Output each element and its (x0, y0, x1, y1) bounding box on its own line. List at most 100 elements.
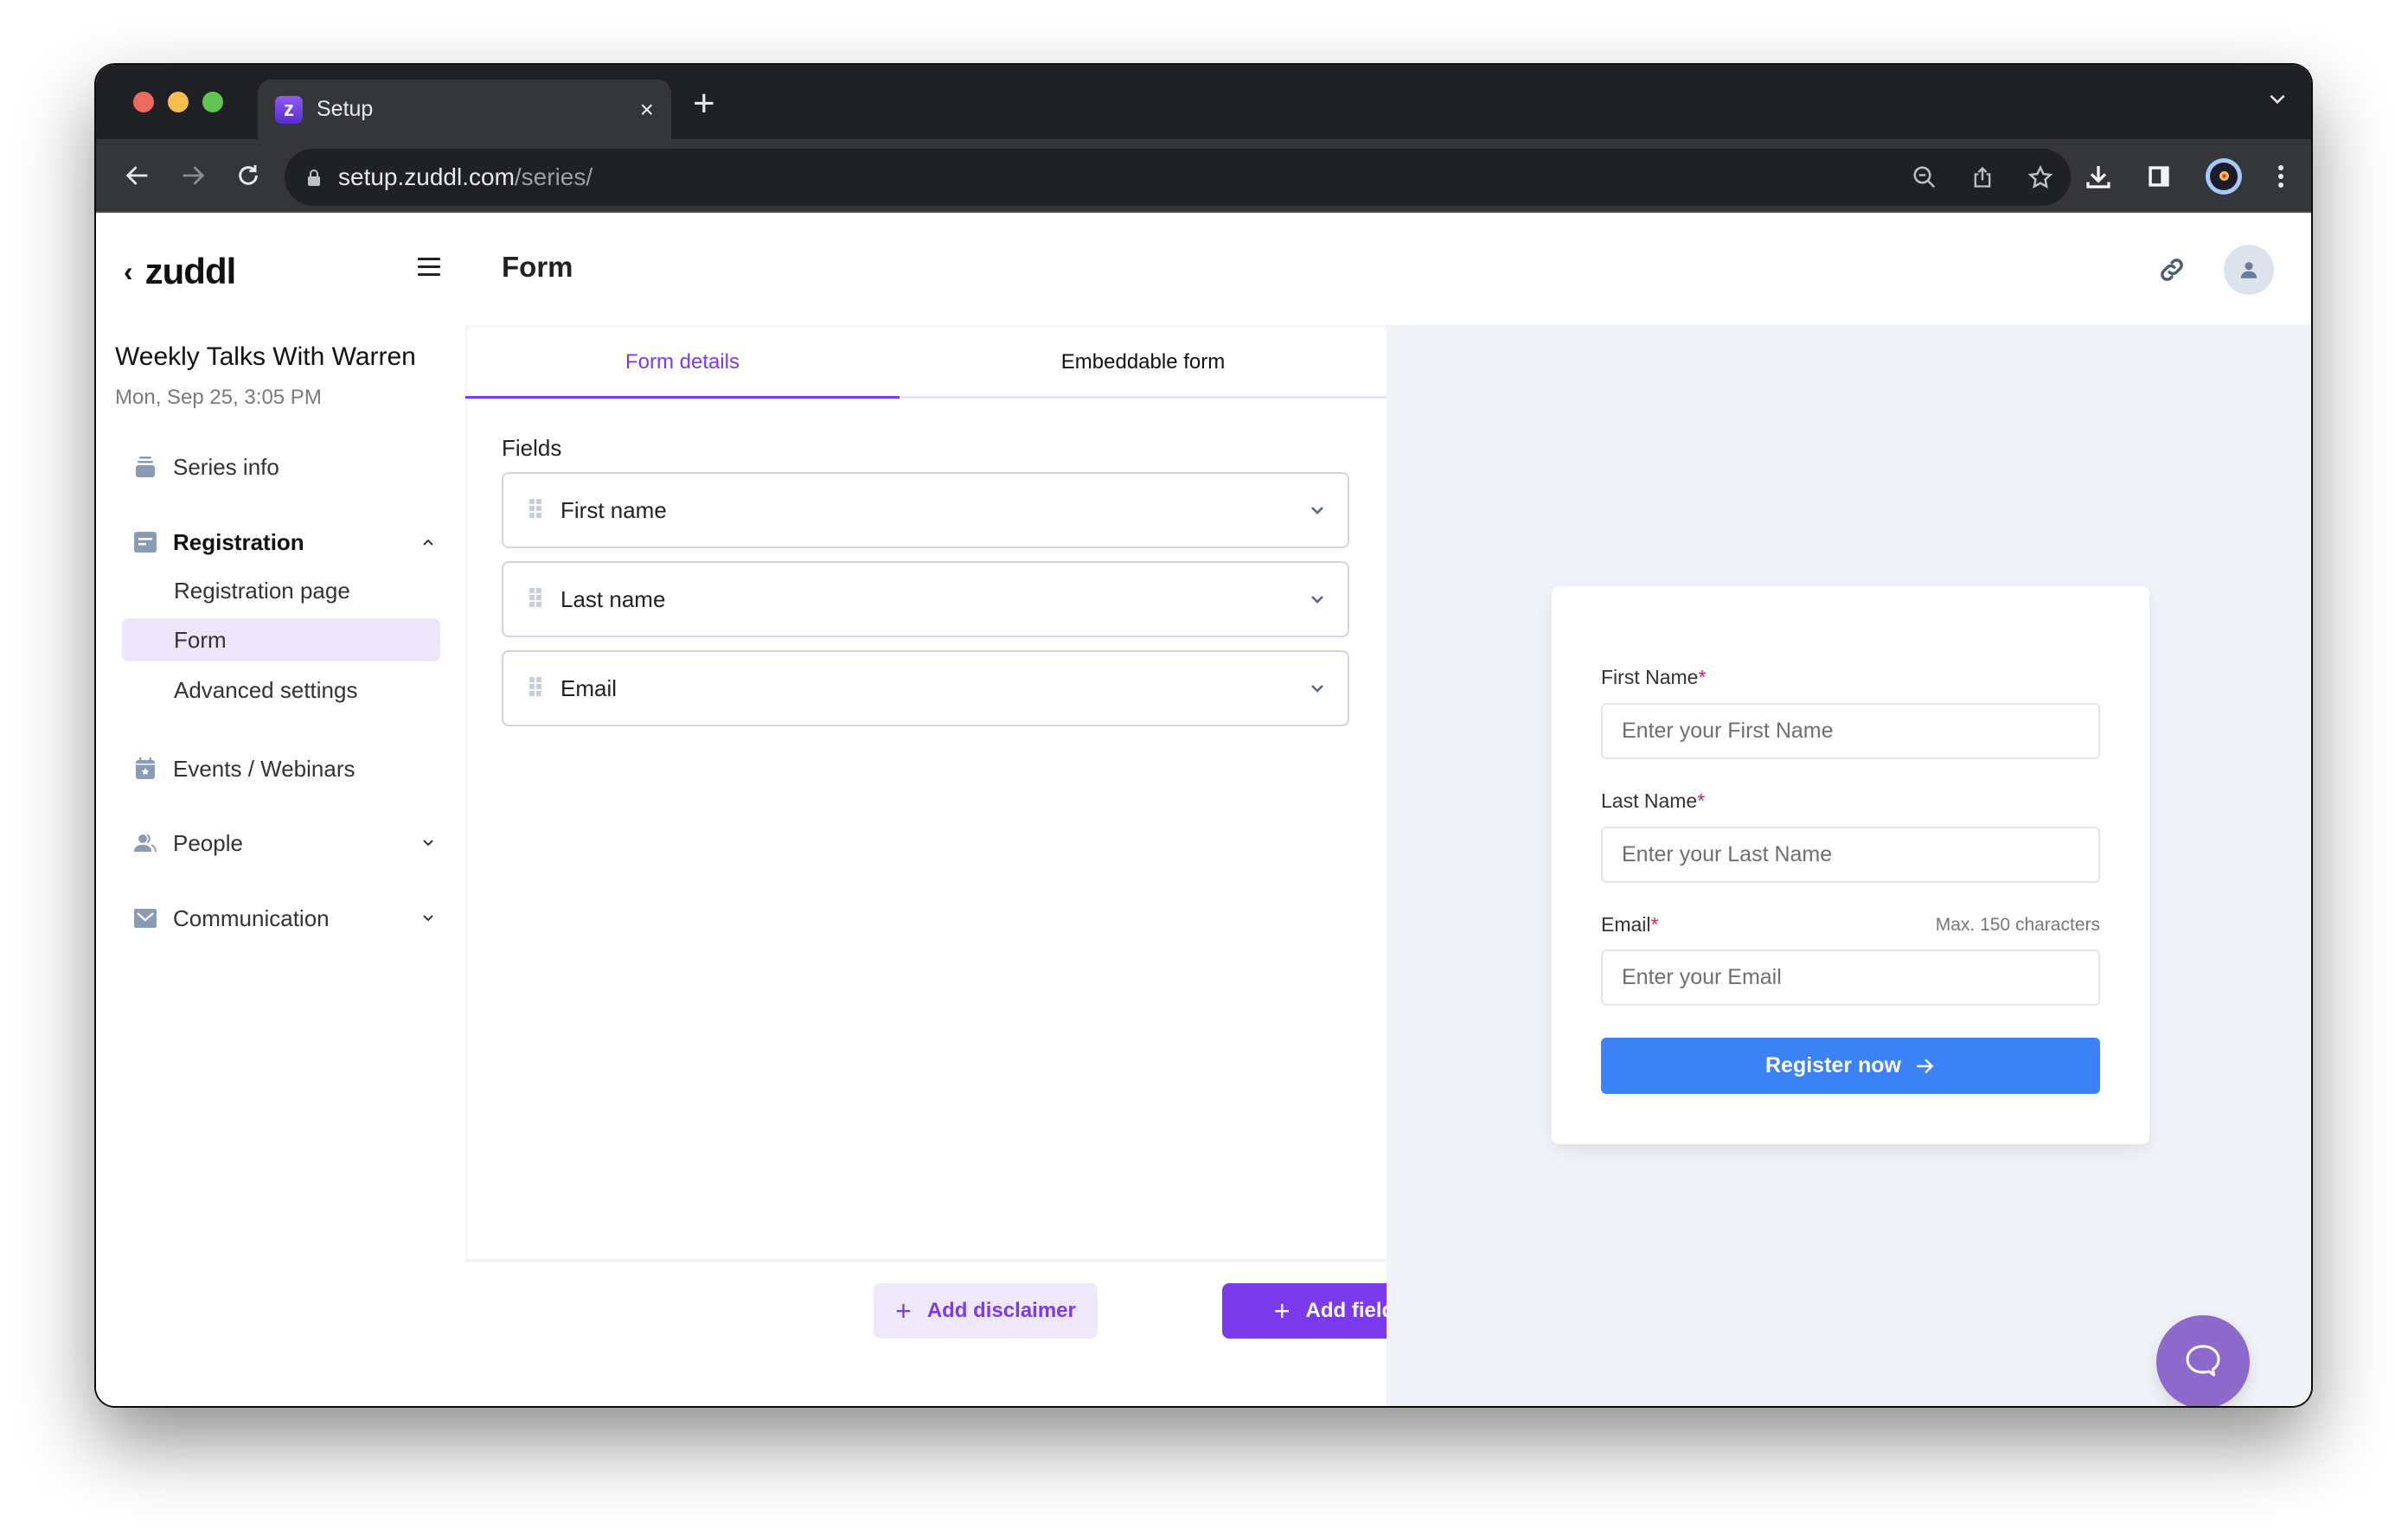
active-tab-indicator (465, 396, 900, 399)
chat-support-button[interactable] (2156, 1315, 2250, 1406)
fields-heading: Fields (502, 435, 562, 461)
sidebar-item-registration[interactable]: Registration (122, 521, 442, 564)
editor-footer: + Add disclaimer + Add field (465, 1259, 1446, 1406)
calendar-star-icon (134, 757, 157, 780)
zuddl-favicon-icon: z (275, 95, 303, 124)
chevron-down-icon[interactable] (1310, 594, 1325, 604)
profile-avatar[interactable] (2206, 157, 2242, 195)
drag-handle-icon[interactable] (529, 677, 541, 696)
required-asterisk: * (1698, 666, 1707, 688)
series-title: Weekly Talks With Warren (115, 342, 416, 371)
url-path: /series/ (514, 163, 593, 190)
chevron-down-icon[interactable] (1310, 505, 1325, 515)
tab-form-details[interactable]: Form details (465, 325, 900, 399)
kebab-menu-icon[interactable] (2277, 163, 2285, 189)
form-preview-panel: First Name* Last Name* Email* Max. 150 c… (1387, 325, 2311, 1406)
field-row-email[interactable]: Email (502, 650, 1349, 726)
sidebar: Weekly Talks With Warren Mon, Sep 25, 3:… (96, 325, 465, 1406)
required-asterisk: * (1650, 913, 1659, 936)
chat-bubble-icon (2186, 1345, 2220, 1377)
sidebar-item-label: People (173, 829, 243, 856)
user-avatar[interactable] (2224, 245, 2274, 295)
chevron-down-icon (419, 838, 437, 848)
app-header: ‹ zuddl Form (96, 213, 2311, 325)
registration-form-preview: First Name* Last Name* Email* Max. 150 c… (1552, 586, 2149, 1144)
window-controls (133, 92, 223, 112)
add-field-label: Add field (1305, 1299, 1395, 1322)
sidebar-subitem-advanced-settings[interactable]: Advanced settings (122, 668, 440, 712)
maximize-window-button[interactable] (202, 92, 223, 112)
tab-embeddable-form[interactable]: Embeddable form (900, 325, 1387, 399)
hamburger-menu-icon[interactable] (418, 258, 440, 277)
people-icon (134, 832, 157, 854)
sidebar-item-communication[interactable]: Communication (122, 897, 442, 940)
register-now-label: Register now (1765, 1053, 1901, 1077)
registration-icon (134, 531, 157, 553)
sidebar-item-series-info[interactable]: Series info (122, 445, 442, 489)
url-host: setup.zuddl.com (338, 163, 515, 190)
editor-tabs: Form details Embeddable form (465, 325, 1387, 399)
field-name: Last name (560, 585, 666, 612)
zuddl-logo: zuddl (144, 251, 237, 291)
close-window-button[interactable] (133, 92, 154, 112)
url-text: setup.zuddl.com/series/ (338, 163, 592, 191)
field-row-last-name[interactable]: Last name (502, 561, 1349, 637)
last-name-input[interactable] (1601, 827, 2100, 883)
drag-handle-icon[interactable] (529, 499, 541, 518)
sidebar-item-people[interactable]: People (122, 821, 442, 865)
plus-icon: + (1273, 1295, 1290, 1326)
form-editor-panel: Form details Embeddable form Fields Firs… (465, 325, 1446, 1406)
address-bar[interactable]: setup.zuddl.com/series/ (285, 149, 2071, 206)
arrow-right-icon (1917, 1058, 1934, 1073)
last-name-label: Last Name* (1601, 789, 1706, 812)
sidebar-subitem-registration-page[interactable]: Registration page (122, 569, 440, 612)
tab-close-icon[interactable]: × (640, 96, 654, 124)
bookmark-star-icon[interactable] (2027, 164, 2053, 190)
email-max-chars-hint: Max. 150 characters (1935, 915, 2100, 935)
back-icon[interactable] (118, 157, 157, 195)
tab-list-chevron-icon[interactable] (2266, 87, 2289, 114)
reload-icon[interactable] (229, 157, 267, 195)
chevron-left-icon: ‹ (124, 255, 133, 287)
required-asterisk: * (1697, 789, 1706, 812)
field-name: Email (560, 674, 618, 701)
first-name-label: First Name* (1601, 666, 1707, 688)
lock-icon (307, 169, 320, 186)
field-row-first-name[interactable]: First name (502, 472, 1349, 548)
browser-toolbar: setup.zuddl.com/series/ (96, 139, 2311, 213)
side-panel-icon[interactable] (2147, 164, 2171, 189)
chevron-up-icon (419, 537, 437, 547)
series-date: Mon, Sep 25, 3:05 PM (115, 386, 322, 409)
tab-title: Setup (317, 97, 374, 121)
email-label: Email* (1601, 913, 1659, 936)
new-tab-button[interactable]: + (693, 82, 715, 125)
drag-handle-icon[interactable] (529, 588, 541, 607)
add-disclaimer-label: Add disclaimer (926, 1299, 1076, 1322)
forward-icon[interactable] (174, 157, 212, 195)
browser-tab[interactable]: z Setup × (258, 80, 671, 139)
tab-strip: z Setup × + (96, 65, 2311, 139)
sidebar-item-label: Series info (173, 453, 279, 480)
plus-icon: + (895, 1295, 912, 1326)
page-title: Form (502, 251, 573, 283)
link-icon[interactable] (2155, 252, 2189, 287)
mail-icon (134, 907, 157, 930)
download-icon[interactable] (2085, 163, 2112, 190)
sidebar-item-label: Events / Webinars (173, 755, 355, 782)
add-disclaimer-button[interactable]: + Add disclaimer (874, 1283, 1098, 1339)
back-to-dashboard-link[interactable]: ‹ zuddl (124, 251, 237, 292)
sidebar-item-events-webinars[interactable]: Events / Webinars (122, 747, 442, 790)
first-name-input[interactable] (1601, 703, 2100, 759)
sidebar-subitem-form[interactable]: Form (122, 618, 440, 662)
minimize-window-button[interactable] (168, 92, 189, 112)
sidebar-item-label: Registration (173, 528, 304, 555)
chevron-down-icon[interactable] (1310, 683, 1325, 693)
series-info-icon (134, 456, 157, 478)
register-now-button[interactable]: Register now (1601, 1038, 2100, 1094)
app: ‹ zuddl Form Weekly Talks With Warren Mo… (96, 213, 2311, 1406)
share-icon[interactable] (1970, 164, 1995, 190)
zoom-out-icon[interactable] (1912, 164, 1937, 190)
chevron-down-icon (419, 913, 437, 924)
sidebar-item-label: Communication (173, 904, 330, 931)
email-input[interactable] (1601, 949, 2100, 1006)
